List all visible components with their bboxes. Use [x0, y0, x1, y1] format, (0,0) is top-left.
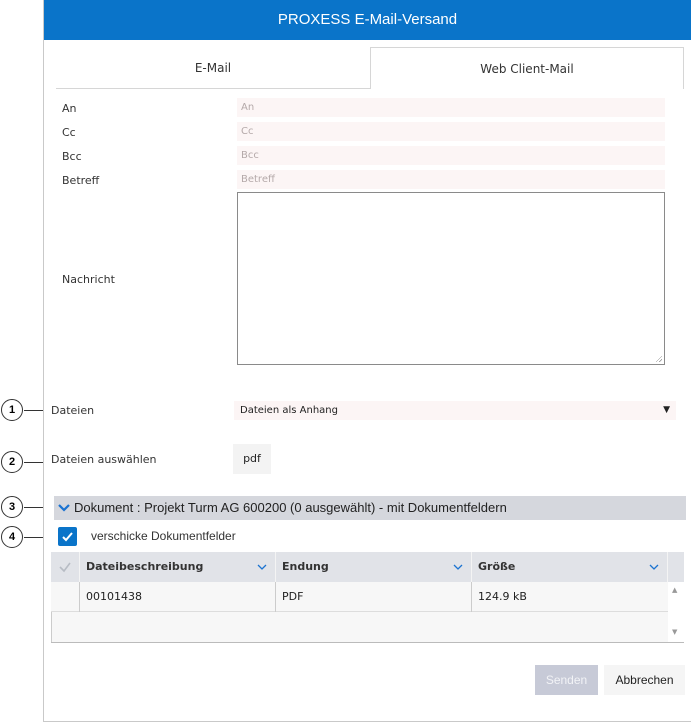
callout-4: 4: [1, 526, 23, 548]
column-header-size-label: Größe: [478, 560, 516, 573]
pdf-file-button[interactable]: pdf: [233, 444, 271, 474]
column-header-extension-label: Endung: [282, 560, 329, 573]
send-button[interactable]: Senden: [535, 665, 598, 695]
callout-column: 1 2 3 4: [0, 0, 68, 722]
message-label: Nachricht: [62, 273, 115, 286]
files-mode-value: Dateien als Anhang: [240, 405, 338, 416]
files-label: Dateien: [51, 404, 95, 417]
chevron-down-icon[interactable]: [57, 496, 71, 528]
subject-input[interactable]: [237, 170, 665, 189]
tab-web-client-mail[interactable]: Web Client-Mail: [370, 47, 684, 89]
email-dialog: PROXESS E-Mail-Versand E-Mail Web Client…: [43, 0, 691, 722]
tab-email[interactable]: E-Mail: [56, 47, 370, 89]
send-fields-label: verschicke Dokumentfelder: [91, 529, 236, 543]
cc-input[interactable]: [237, 122, 665, 141]
send-fields-checkbox[interactable]: [58, 527, 77, 546]
cell-extension: PDF: [276, 582, 472, 612]
callout-2: 2: [1, 451, 23, 473]
column-header-description-label: Dateibeschreibung: [86, 560, 204, 573]
table-row[interactable]: 00101438 PDF 124.9 kB: [51, 582, 668, 612]
callout-1: 1: [1, 399, 23, 421]
column-header-extension[interactable]: Endung: [276, 552, 472, 582]
grid-scrollbar[interactable]: ▲ ▼: [668, 582, 684, 642]
cancel-button[interactable]: Abbrechen: [604, 665, 685, 695]
to-label: An: [62, 102, 77, 115]
document-section-title: Dokument : Projekt Turm AG 600200 (0 aus…: [74, 500, 507, 515]
files-mode-select[interactable]: Dateien als Anhang ▼: [234, 401, 676, 420]
files-grid: Dateibeschreibung Endung Größe 00101438: [51, 552, 684, 643]
select-files-label: Dateien auswählen: [51, 453, 157, 466]
grid-empty-area: [51, 612, 668, 642]
cell-size: 124.9 kB: [478, 590, 527, 603]
grid-header: Dateibeschreibung Endung Größe: [51, 552, 684, 582]
dialog-title: PROXESS E-Mail-Versand: [44, 0, 691, 40]
resize-grip-icon[interactable]: [654, 354, 662, 362]
scroll-down-icon[interactable]: ▼: [672, 628, 677, 636]
tab-bar: E-Mail Web Client-Mail: [56, 47, 684, 89]
subject-label: Betreff: [62, 174, 100, 187]
bcc-label: Bcc: [62, 150, 82, 163]
cell-description: 00101438: [80, 582, 276, 612]
select-all-checkmark-icon[interactable]: [51, 552, 80, 582]
column-header-description[interactable]: Dateibeschreibung: [80, 552, 276, 582]
callout-3: 3: [1, 496, 23, 518]
message-textarea[interactable]: [237, 192, 665, 365]
checkmark-icon: [62, 532, 73, 542]
dropdown-arrow-icon: ▼: [663, 405, 670, 415]
row-select-cell[interactable]: [51, 582, 80, 612]
to-input[interactable]: [237, 98, 665, 117]
bcc-input[interactable]: [237, 146, 665, 165]
document-section-header[interactable]: Dokument : Projekt Turm AG 600200 (0 aus…: [54, 496, 686, 520]
scroll-up-icon[interactable]: ▲: [672, 586, 677, 594]
cc-label: Cc: [62, 126, 76, 139]
column-header-size[interactable]: Größe: [472, 552, 668, 582]
